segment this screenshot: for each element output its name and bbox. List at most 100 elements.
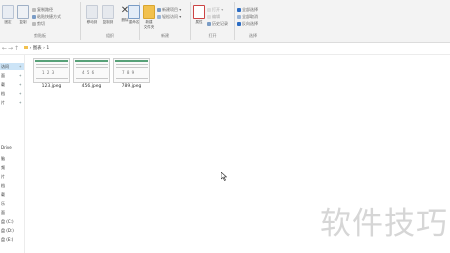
rename-button[interactable]: 重命名 <box>127 5 141 25</box>
select-group: 全部选择 全部取消 反向选择 选择 <box>235 2 271 40</box>
folder-icon-small <box>24 46 28 49</box>
select-all-icon <box>237 8 241 12</box>
move-to-icon <box>86 5 98 19</box>
thumbnail-row <box>36 67 68 68</box>
thumbnail-text: 1 2 3 <box>42 70 55 75</box>
history-button[interactable]: 历史记录 <box>207 21 228 26</box>
up-icon[interactable]: ↑ <box>14 45 19 52</box>
sidebar-item[interactable]: 脑 <box>0 155 24 162</box>
file-name: 123.jpeg <box>41 84 62 89</box>
move-to-button[interactable]: 移动到 <box>85 5 99 25</box>
sidebar-item[interactable]: 频 <box>0 164 24 171</box>
breadcrumb-sep: › <box>43 46 45 51</box>
file-name: 456.jpeg <box>81 84 102 89</box>
sidebar-item[interactable]: 面 ✦ <box>0 72 24 79</box>
sidebar-item[interactable]: 盘 (C:) <box>0 218 24 225</box>
cut-small-button[interactable]: 剪切 <box>32 21 45 26</box>
new-item-button[interactable]: 新建项目 ▾ <box>157 7 181 12</box>
pin-icon: ✦ <box>18 91 22 96</box>
thumbnail-header <box>75 60 108 62</box>
select-none-icon <box>237 15 241 19</box>
ribbon: 固定 复制 复制路径 粘贴快捷方式 剪切 剪贴板 移动到 复制到 ✕ 删除 重命… <box>0 0 450 43</box>
breadcrumb-root[interactable]: 图表 <box>33 46 42 51</box>
rename-label: 重命名 <box>128 20 140 24</box>
pin-icon: ✦ <box>18 82 22 87</box>
sidebar-item[interactable]: 访问 ✦ <box>0 63 24 70</box>
sidebar-item[interactable]: 载 ✦ <box>0 81 24 88</box>
file-name: 789.jpeg <box>121 84 142 89</box>
select-all-button[interactable]: 全部选择 <box>237 7 258 12</box>
sidebar-item[interactable]: 档 ✦ <box>0 90 24 97</box>
invert-selection-icon <box>237 22 241 26</box>
cut-label: 剪切 <box>37 21 45 26</box>
open-label: 打开 <box>212 7 220 12</box>
thumbnail-row <box>36 64 68 65</box>
history-label: 历史记录 <box>212 21 228 26</box>
copy-to-button[interactable]: 复制到 <box>101 5 115 25</box>
copy-to-label: 复制到 <box>102 20 114 24</box>
easy-access-icon <box>157 15 161 19</box>
sidebar-item[interactable]: Drive <box>0 144 24 151</box>
sidebar-item[interactable]: 片 <box>0 173 24 180</box>
new-folder-label: 新建 文件夹 <box>143 20 155 29</box>
pin-quick-access-button[interactable]: 固定 <box>1 5 15 25</box>
sidebar-item[interactable]: 载 <box>0 191 24 198</box>
edit-button[interactable]: 编辑 <box>207 14 220 19</box>
properties-button[interactable]: 属性 <box>192 5 206 25</box>
open-button[interactable]: 打开 ▾ <box>207 7 223 12</box>
select-none-label: 全部取消 <box>242 14 258 19</box>
breadcrumb-current[interactable]: 1 <box>46 46 49 51</box>
properties-icon <box>193 5 205 19</box>
pin-icon <box>2 5 14 19</box>
copy-label: 复制 <box>19 20 27 24</box>
copy-path-label: 复制路径 <box>37 7 53 12</box>
copy-button[interactable]: 复制 <box>16 5 30 25</box>
sidebar-item[interactable]: 片 ✦ <box>0 99 24 106</box>
select-group-label: 选择 <box>249 33 257 38</box>
sidebar-item[interactable]: 盘 (E:) <box>0 236 24 243</box>
file-item[interactable]: 4 5 6 456.jpeg <box>73 58 110 92</box>
thumbnail-row <box>76 64 108 65</box>
thumbnail-text: 4 5 6 <box>82 70 95 75</box>
cut-button[interactable]: 复制路径 <box>32 7 53 12</box>
pin-icon: ✦ <box>18 100 22 105</box>
open-icon <box>207 8 211 12</box>
select-all-label: 全部选择 <box>242 7 258 12</box>
sidebar-item[interactable]: 档 <box>0 182 24 189</box>
breadcrumb[interactable]: › 图表 › 1 <box>24 45 49 51</box>
easy-access-button[interactable]: 轻松访问 ▾ <box>157 14 181 19</box>
thumbnail-header <box>35 60 68 62</box>
thumbnail-row <box>76 67 108 68</box>
cut-icon <box>32 22 36 26</box>
file-item[interactable]: 1 2 3 123.jpeg <box>33 58 70 92</box>
paste-shortcut-button[interactable]: 粘贴快捷方式 <box>32 14 61 19</box>
open-group-label: 打开 <box>208 33 217 38</box>
easy-access-label: 轻松访问 <box>162 14 178 19</box>
edit-icon <box>207 15 211 19</box>
organize-group-label: 组织 <box>106 33 114 38</box>
scissors-icon <box>32 8 36 12</box>
thumbnail-row <box>116 67 148 68</box>
back-icon[interactable]: ← <box>2 45 7 52</box>
thumbnail-row <box>36 78 68 79</box>
invert-selection-button[interactable]: 反向选择 <box>237 21 258 26</box>
history-icon <box>207 22 211 26</box>
clipboard-group: 固定 复制 复制路径 粘贴快捷方式 剪切 剪贴板 <box>0 2 81 40</box>
image-thumbnail: 4 5 6 <box>73 58 110 83</box>
sidebar-item[interactable]: 面 <box>0 209 24 216</box>
sidebar-item[interactable]: 盘 (D:) <box>0 227 24 234</box>
image-thumbnail: 7 8 9 <box>113 58 150 83</box>
clipboard-group-label: 剪贴板 <box>34 33 46 38</box>
pin-label: 固定 <box>4 20 12 24</box>
file-item[interactable]: 7 8 9 789.jpeg <box>113 58 150 92</box>
watermark: 软件技巧 <box>320 206 448 242</box>
folder-icon <box>143 5 155 19</box>
copy-to-icon <box>102 5 114 19</box>
move-to-label: 移动到 <box>86 20 98 24</box>
select-none-button[interactable]: 全部取消 <box>237 14 258 19</box>
copy-icon <box>17 5 29 19</box>
sidebar-item[interactable]: 乐 <box>0 200 24 207</box>
address-bar: ← → ↑ › 图表 › 1 <box>0 43 450 55</box>
forward-icon[interactable]: → <box>8 45 13 52</box>
new-folder-button[interactable]: 新建 文件夹 <box>142 5 156 30</box>
